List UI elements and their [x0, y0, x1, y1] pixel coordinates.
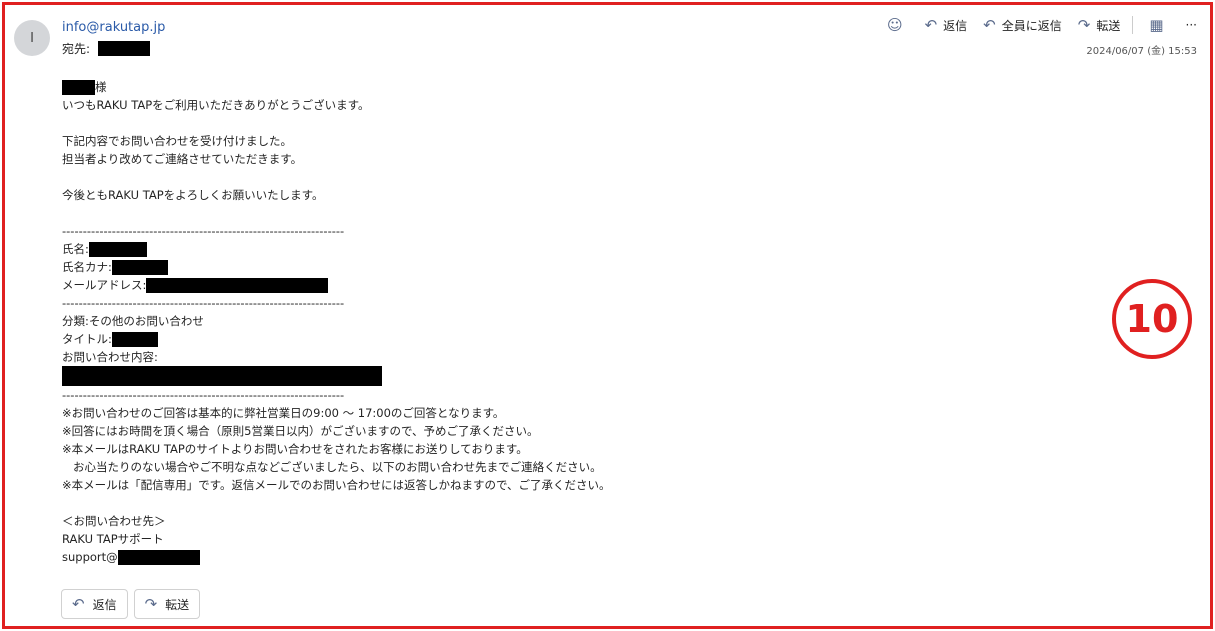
- message-toolbar: ☺ ↶ 返信 ↶ 全員に返信 ↷ 転送 ▦ ···: [871, 16, 1197, 34]
- separator: ----------------------------------------…: [62, 224, 345, 238]
- redacted-value: [146, 278, 329, 293]
- message-body: 様 いつもRAKU TAPをご利用いただきありがとうございます。 下記内容でお問…: [62, 78, 611, 566]
- smile-icon: ☺: [886, 16, 903, 34]
- redacted-value: [117, 550, 200, 565]
- reply-icon: ↶: [924, 16, 938, 34]
- apps-button[interactable]: ▦: [1149, 16, 1169, 34]
- note-line: ※お問い合わせのご回答は基本的に弊社営業日の9:00 〜 17:00のご回答とな…: [62, 406, 505, 420]
- separator: ----------------------------------------…: [62, 388, 345, 402]
- redacted-value: [88, 242, 147, 257]
- contact-heading: ＜お問い合わせ先＞: [62, 514, 166, 528]
- more-button[interactable]: ···: [1186, 18, 1197, 32]
- title-field: タイトル:: [62, 330, 611, 348]
- reply-button[interactable]: ↶ 返信: [925, 16, 968, 34]
- category-line: 分類:その他のお問い合わせ: [62, 314, 204, 328]
- redacted-value: [111, 332, 158, 347]
- contact-name: RAKU TAPサポート: [62, 532, 164, 546]
- body-line: 担当者より改めてご連絡させていただきます。: [62, 152, 303, 166]
- note-line: ※回答にはお時間を頂く場合（原則5営業日以内）がございますので、予めご了承くださ…: [62, 424, 539, 438]
- redacted-name: [62, 80, 95, 95]
- body-line: 下記内容でお問い合わせを受け付けました。: [62, 134, 292, 148]
- kana-field: 氏名カナ:: [62, 258, 611, 276]
- redacted-value: [62, 366, 382, 386]
- salutation: 様: [62, 78, 611, 96]
- name-field: 氏名:: [62, 240, 611, 258]
- reply-all-icon: ↶: [983, 16, 996, 34]
- separator: ----------------------------------------…: [62, 296, 345, 310]
- redacted-recipient: [98, 41, 151, 56]
- toolbar-divider: [1132, 16, 1134, 34]
- reply-all-button[interactable]: ↶ 全員に返信: [983, 16, 1062, 34]
- forward-button[interactable]: ↷ 転送: [1078, 16, 1121, 34]
- sender-email[interactable]: info@rakutap.jp: [62, 20, 165, 35]
- note-line: ※本メールはRAKU TAPのサイトよりお問い合わせをされたお客様にお送りしてお…: [62, 442, 528, 456]
- note-line: お心当たりのない場合やご不明な点などございましたら、以下のお問い合わせ先までご連…: [62, 460, 602, 474]
- body-line: いつもRAKU TAPをご利用いただきありがとうございます。: [62, 98, 370, 112]
- message-date: 2024/06/07 (金) 15:53: [1086, 46, 1197, 57]
- body-line: 今後ともRAKU TAPをよろしくお願いいたします。: [62, 188, 324, 202]
- reply-icon: ↶: [72, 595, 85, 613]
- email-field: メールアドレス:: [62, 276, 611, 294]
- content-value: [62, 366, 611, 386]
- bottom-forward-button[interactable]: ↷ 転送: [133, 589, 201, 619]
- note-line: ※本メールは「配信専用」です。返信メールでのお問い合わせには返答しかねますので、…: [62, 478, 611, 492]
- emoji-button[interactable]: ☺: [887, 16, 909, 34]
- forward-icon: ↷: [144, 595, 158, 613]
- forward-icon: ↷: [1077, 16, 1091, 34]
- redacted-value: [111, 260, 168, 275]
- bottom-actions: ↶ 返信 ↷ 転送: [61, 589, 206, 619]
- avatar[interactable]: I: [14, 20, 50, 56]
- step-number-badge: 10: [1112, 279, 1192, 359]
- recipient-line: 宛先:: [62, 40, 151, 57]
- bottom-reply-button[interactable]: ↶ 返信: [61, 589, 128, 619]
- content-label: お問い合わせ内容:: [62, 350, 158, 364]
- to-label: 宛先:: [62, 42, 91, 56]
- apps-icon: ▦: [1149, 16, 1164, 34]
- contact-email: support@: [62, 548, 611, 566]
